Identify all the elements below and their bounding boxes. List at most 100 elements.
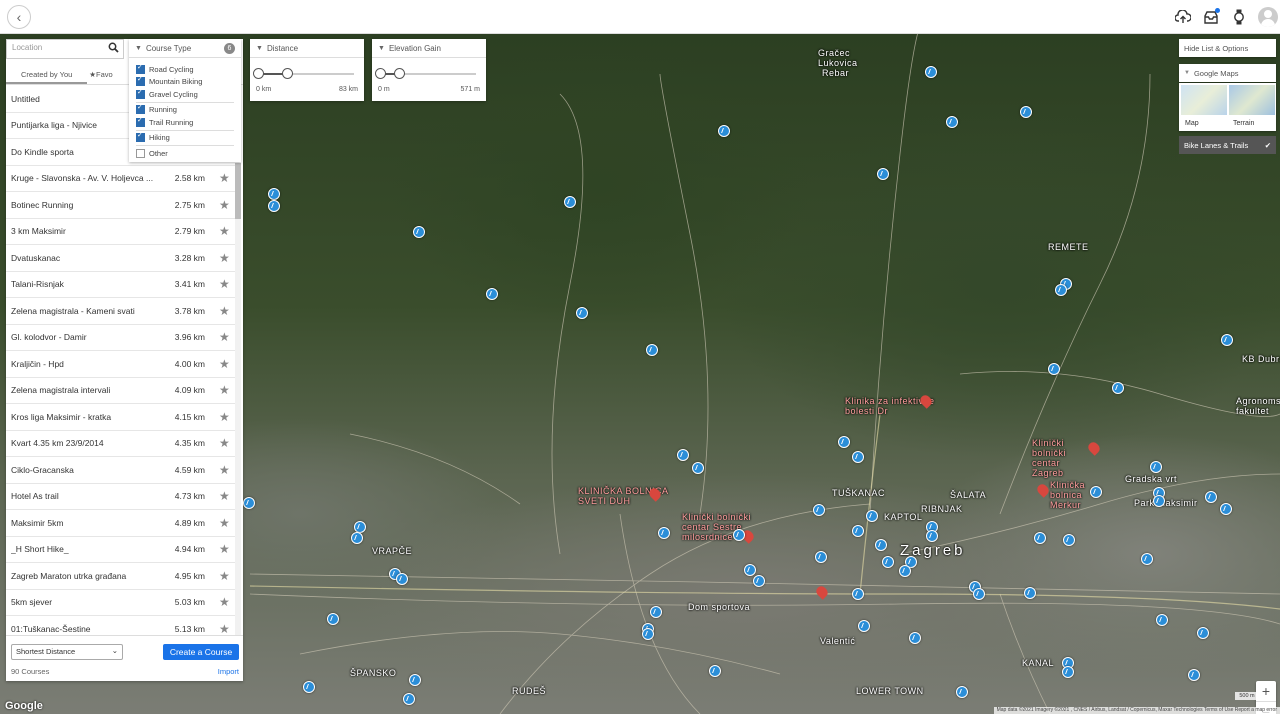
search-icon[interactable] (108, 42, 120, 54)
tab-created-by-you[interactable]: Created by You (6, 66, 88, 84)
course-list-item[interactable]: Talani-Risnjak 3.41 km ★ (6, 272, 236, 298)
map-attribution[interactable]: Map data ©2021 Imagery ©2021 , CNES / Ai… (993, 707, 1280, 714)
course-pin[interactable] (1153, 495, 1165, 507)
course-pin[interactable] (1205, 491, 1217, 503)
course-list-item[interactable]: _H Short Hike_ 4.94 km ★ (6, 537, 236, 563)
course-pin[interactable] (925, 66, 937, 78)
hide-list-button[interactable]: Hide List & Options (1179, 39, 1276, 57)
course-pin[interactable] (268, 188, 280, 200)
course-pin[interactable] (1188, 669, 1200, 681)
course-pin[interactable] (733, 529, 745, 541)
course-pin[interactable] (650, 606, 662, 618)
course-pin[interactable] (1062, 666, 1074, 678)
elevation-slider[interactable] (375, 68, 476, 79)
map-type-terrain[interactable]: Terrain (1229, 85, 1275, 129)
course-type-option[interactable]: Trail Running (129, 116, 241, 129)
course-list-item[interactable]: Ciklo-Gracanska 4.59 km ★ (6, 457, 236, 484)
course-pin[interactable] (1034, 532, 1046, 544)
avatar[interactable] (1258, 6, 1278, 27)
course-list-item[interactable]: Kros liga Maksimir - kratka 4.15 km ★ (6, 404, 236, 431)
back-button[interactable]: ‹ (7, 5, 31, 29)
course-list-item[interactable]: 3 km Maksimir 2.79 km ★ (6, 219, 236, 245)
course-list-item[interactable]: Maksimir 5km 4.89 km ★ (6, 510, 236, 537)
course-pin[interactable] (866, 510, 878, 522)
course-pin[interactable] (1090, 486, 1102, 498)
checkbox[interactable] (136, 148, 145, 158)
course-list-item[interactable]: Zagreb Maraton utrka građana 4.95 km ★ (6, 563, 236, 590)
course-pin[interactable] (327, 613, 339, 625)
course-type-option[interactable]: Gravel Cycling (129, 88, 241, 101)
course-pin[interactable] (351, 532, 363, 544)
star-icon[interactable]: ★ (219, 171, 231, 185)
course-pin[interactable] (396, 573, 408, 585)
course-list-item[interactable]: Botinec Running 2.75 km ★ (6, 192, 236, 219)
watch-icon[interactable] (1230, 8, 1248, 26)
slider-knob[interactable] (375, 68, 386, 79)
slider-knob[interactable] (394, 68, 406, 79)
course-pin[interactable] (709, 665, 721, 677)
course-pin[interactable] (858, 620, 870, 632)
course-list-item[interactable]: Zelena magistrala - Kameni svati 3.78 km ★ (6, 298, 236, 325)
course-pin[interactable] (1024, 587, 1036, 599)
inbox-icon[interactable] (1202, 7, 1220, 26)
course-list-item[interactable]: Kvart 4.35 km 23/9/2014 4.35 km ★ (6, 431, 236, 457)
checkbox[interactable] (136, 131, 145, 143)
star-icon[interactable]: ★ (219, 489, 231, 503)
course-pin[interactable] (1112, 382, 1124, 394)
star-icon[interactable]: ★ (219, 569, 231, 583)
course-list-item[interactable]: Dvatuskanac 3.28 km ★ (6, 245, 236, 272)
star-icon[interactable]: ★ (219, 251, 231, 265)
checkbox[interactable] (136, 88, 145, 99)
course-pin[interactable] (1020, 106, 1032, 118)
course-pin[interactable] (1048, 363, 1060, 375)
course-pin[interactable] (692, 462, 704, 474)
star-icon[interactable]: ★ (219, 304, 231, 318)
star-icon[interactable]: ★ (219, 595, 231, 609)
course-pin[interactable] (852, 525, 864, 537)
course-pin[interactable] (1150, 461, 1162, 473)
course-list-item[interactable]: Gl. kolodvor - Damir 3.96 km ★ (6, 325, 236, 351)
course-type-option[interactable]: Mountain Biking (129, 75, 241, 89)
course-type-option[interactable]: Road Cycling (129, 63, 241, 76)
course-pin[interactable] (1055, 284, 1067, 296)
course-pin[interactable] (973, 588, 985, 600)
course-type-header[interactable]: ▼ Course Type 6 (129, 39, 241, 58)
course-list-item[interactable]: Kruge - Slavonska - Av. V. Holjevca ... 2… (6, 166, 236, 192)
course-list-item[interactable]: 5km sjever 5.03 km ★ (6, 590, 236, 616)
course-pin[interactable] (956, 686, 968, 698)
course-pin[interactable] (838, 436, 850, 448)
course-pin[interactable] (882, 556, 894, 568)
course-pin[interactable] (303, 681, 315, 693)
course-pin[interactable] (1220, 503, 1232, 515)
star-icon[interactable]: ★ (219, 277, 231, 291)
course-pin[interactable] (564, 196, 576, 208)
course-type-option[interactable]: Other (129, 147, 241, 160)
scrollbar[interactable] (235, 163, 241, 635)
create-course-button[interactable]: Create a Course (163, 644, 239, 660)
course-pin[interactable] (926, 530, 938, 542)
course-pin[interactable] (875, 539, 887, 551)
tab-favorites[interactable]: ★Favo (87, 66, 127, 84)
elevation-header[interactable]: ▼ Elevation Gain (372, 39, 486, 58)
course-pin[interactable] (403, 693, 415, 705)
course-pin[interactable] (1221, 334, 1233, 346)
distance-header[interactable]: ▼ Distance (250, 39, 364, 58)
star-icon[interactable]: ★ (219, 542, 231, 556)
course-pin[interactable] (852, 588, 864, 600)
star-icon[interactable]: ★ (219, 436, 231, 450)
star-icon[interactable]: ★ (219, 410, 231, 424)
course-pin[interactable] (718, 125, 730, 137)
slider-knob[interactable] (253, 68, 264, 79)
course-pin[interactable] (413, 226, 425, 238)
star-icon[interactable]: ★ (219, 198, 231, 212)
star-icon[interactable]: ★ (219, 622, 231, 634)
course-pin[interactable] (646, 344, 658, 356)
course-pin[interactable] (813, 504, 825, 516)
course-pin[interactable] (744, 564, 756, 576)
course-pin[interactable] (576, 307, 588, 319)
slider-knob[interactable] (281, 68, 293, 79)
star-icon[interactable]: ★ (219, 516, 231, 530)
checkbox[interactable] (136, 116, 145, 127)
star-icon[interactable]: ★ (219, 383, 231, 397)
checkbox[interactable] (136, 103, 145, 115)
